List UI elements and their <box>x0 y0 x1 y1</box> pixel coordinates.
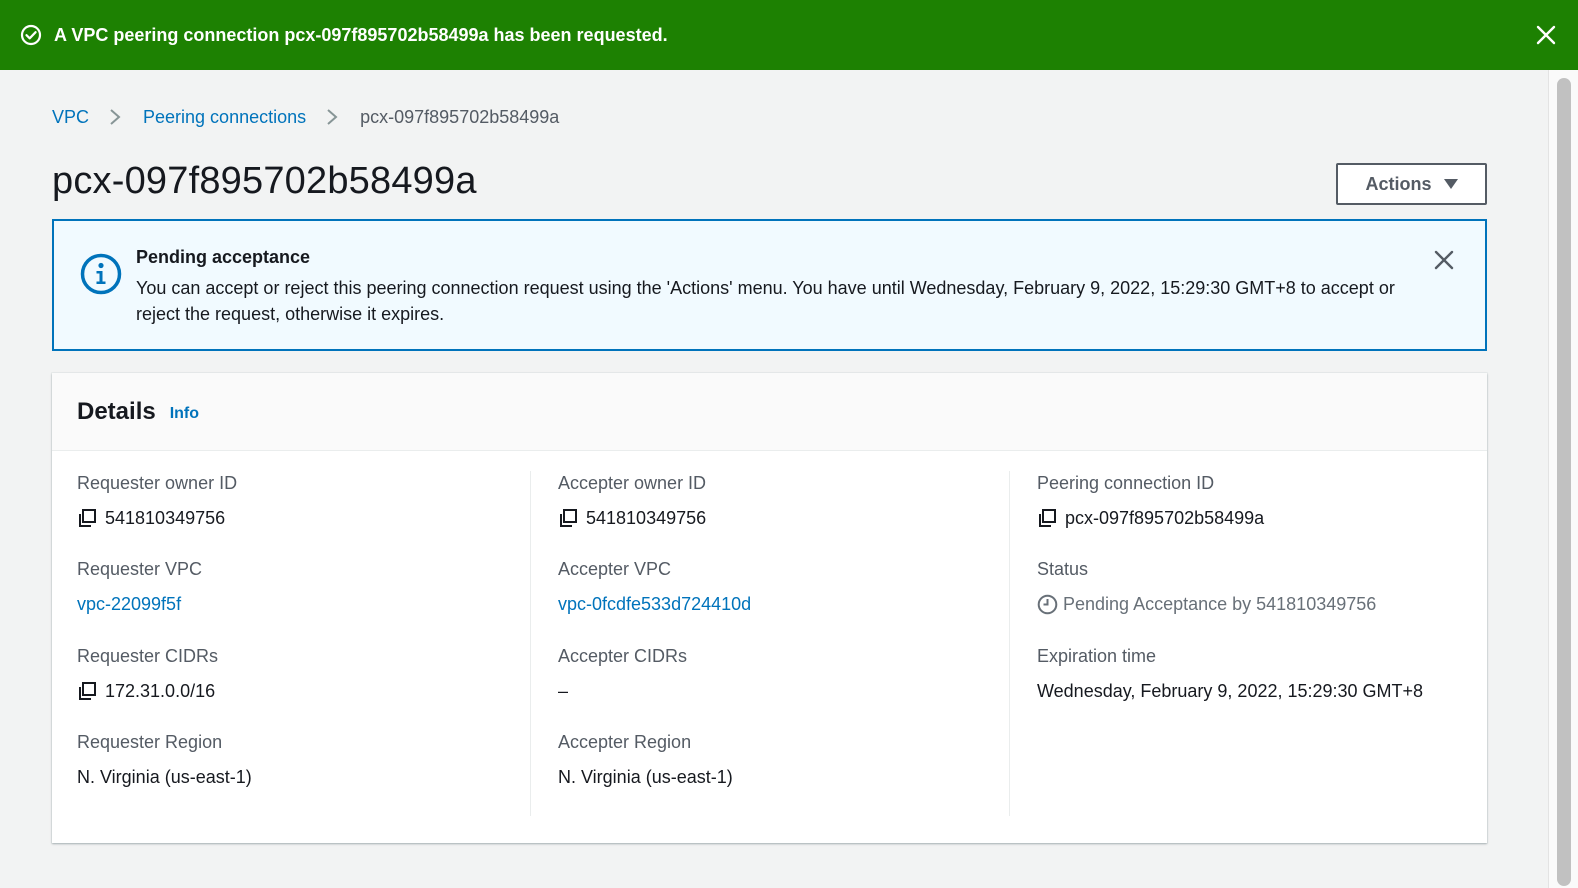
copy-icon[interactable] <box>558 508 578 528</box>
accepter-cidrs-field: Accepter CIDRs – <box>558 644 687 704</box>
accepter-region-field: Accepter Region N. Virginia (us-east-1) <box>558 730 733 790</box>
caret-down-icon <box>1443 179 1458 189</box>
clock-icon <box>1037 594 1058 615</box>
field-label: Accepter owner ID <box>558 473 707 493</box>
details-header: Details Info <box>52 373 1487 451</box>
info-link[interactable]: Info <box>170 405 199 423</box>
expiration-value: Wednesday, February 9, 2022, 15:29:30 GM… <box>1037 681 1424 701</box>
field-label: Requester CIDRs <box>77 646 219 666</box>
field-label: Accepter Region <box>558 732 692 752</box>
field-label: Status <box>1037 559 1089 579</box>
actions-button[interactable]: Actions <box>1336 163 1487 205</box>
accepter-vpc-link[interactable]: vpc-0fcdfe533d724410d <box>558 591 751 617</box>
requester-cidrs-field: Requester CIDRs 172.31.0.0/16 <box>77 644 218 704</box>
field-label: Requester VPC <box>77 559 203 579</box>
accepter-cidrs-value: – <box>558 681 569 701</box>
actions-button-label: Actions <box>1365 173 1432 194</box>
requester-cidrs-value: 172.31.0.0/16 <box>105 681 216 701</box>
requester-owner-id-field: Requester owner ID 541810349756 <box>77 471 237 531</box>
requester-region-field: Requester Region N. Virginia (us-east-1) <box>77 730 252 790</box>
check-circle-icon <box>20 24 42 46</box>
status-value: Pending Acceptance by 541810349756 <box>1063 594 1377 614</box>
field-label: Requester Region <box>77 732 223 752</box>
field-label: Accepter VPC <box>558 559 672 579</box>
breadcrumb-peering-connections[interactable]: Peering connections <box>143 107 306 128</box>
info-circle-icon <box>80 253 122 295</box>
requester-region-value: N. Virginia (us-east-1) <box>77 767 252 787</box>
peering-id-value: pcx-097f895702b58499a <box>1065 508 1265 528</box>
field-label: Requester owner ID <box>77 473 238 493</box>
field-value: pcx-097f895702b58499a <box>1037 505 1264 531</box>
scrollbar-thumb[interactable] <box>1557 78 1571 886</box>
accepter-owner-id-field: Accepter owner ID 541810349756 <box>558 471 706 531</box>
field-value: 172.31.0.0/16 <box>77 678 218 704</box>
accepter-owner-id-value: 541810349756 <box>586 508 707 528</box>
success-flash-bar: A VPC peering connection pcx-097f895702b… <box>0 0 1578 70</box>
requester-column: Requester owner ID 541810349756 Requeste… <box>77 471 557 816</box>
status-value-row: Pending Acceptance by 541810349756 <box>1037 591 1376 617</box>
details-heading: Details <box>77 397 156 425</box>
status-field: Status Pending Acceptance by 54181034975… <box>1037 557 1376 617</box>
copy-icon[interactable] <box>77 681 97 701</box>
accepter-column: Accepter owner ID 541810349756 Accepter … <box>530 471 1010 816</box>
flash-close-icon[interactable] <box>1534 23 1558 47</box>
details-panel: Details Info Requester owner ID 54181034… <box>52 373 1487 843</box>
details-columns: Requester owner ID 541810349756 Requeste… <box>52 471 1487 816</box>
peering-id-field: Peering connection ID pcx-097f895702b584… <box>1037 471 1264 531</box>
alert-body: You can accept or reject this peering co… <box>136 278 1395 324</box>
field-value: 541810349756 <box>558 505 706 531</box>
breadcrumb: VPC Peering connections pcx-097f895702b5… <box>52 104 559 130</box>
field-label: Expiration time <box>1037 646 1157 666</box>
field-value: 541810349756 <box>77 505 237 531</box>
copy-icon[interactable] <box>77 508 97 528</box>
requester-owner-id-value: 541810349756 <box>105 508 226 528</box>
alert-title: Pending acceptance <box>136 247 311 267</box>
expiration-field: Expiration time Wednesday, February 9, 2… <box>1037 644 1423 704</box>
connection-column: Peering connection ID pcx-097f895702b584… <box>1009 471 1479 816</box>
accepter-region-value: N. Virginia (us-east-1) <box>558 767 733 787</box>
breadcrumb-current: pcx-097f895702b58499a <box>360 106 560 127</box>
flash-message: A VPC peering connection pcx-097f895702b… <box>54 24 668 45</box>
copy-icon[interactable] <box>1037 508 1057 528</box>
alert-close-icon[interactable] <box>1433 249 1455 271</box>
page-title: pcx-097f895702b58499a <box>52 160 477 202</box>
chevron-right-icon <box>109 108 121 126</box>
requester-vpc-field: Requester VPC vpc-22099f5f <box>77 557 202 617</box>
requester-vpc-link[interactable]: vpc-22099f5f <box>77 591 202 617</box>
field-label: Accepter CIDRs <box>558 646 688 666</box>
pending-acceptance-alert: Pending acceptance You can accept or rej… <box>52 219 1487 351</box>
accepter-vpc-field: Accepter VPC vpc-0fcdfe533d724410d <box>558 557 751 617</box>
field-label: Peering connection ID <box>1037 473 1215 493</box>
breadcrumb-vpc[interactable]: VPC <box>52 107 89 128</box>
chevron-right-icon <box>326 108 338 126</box>
